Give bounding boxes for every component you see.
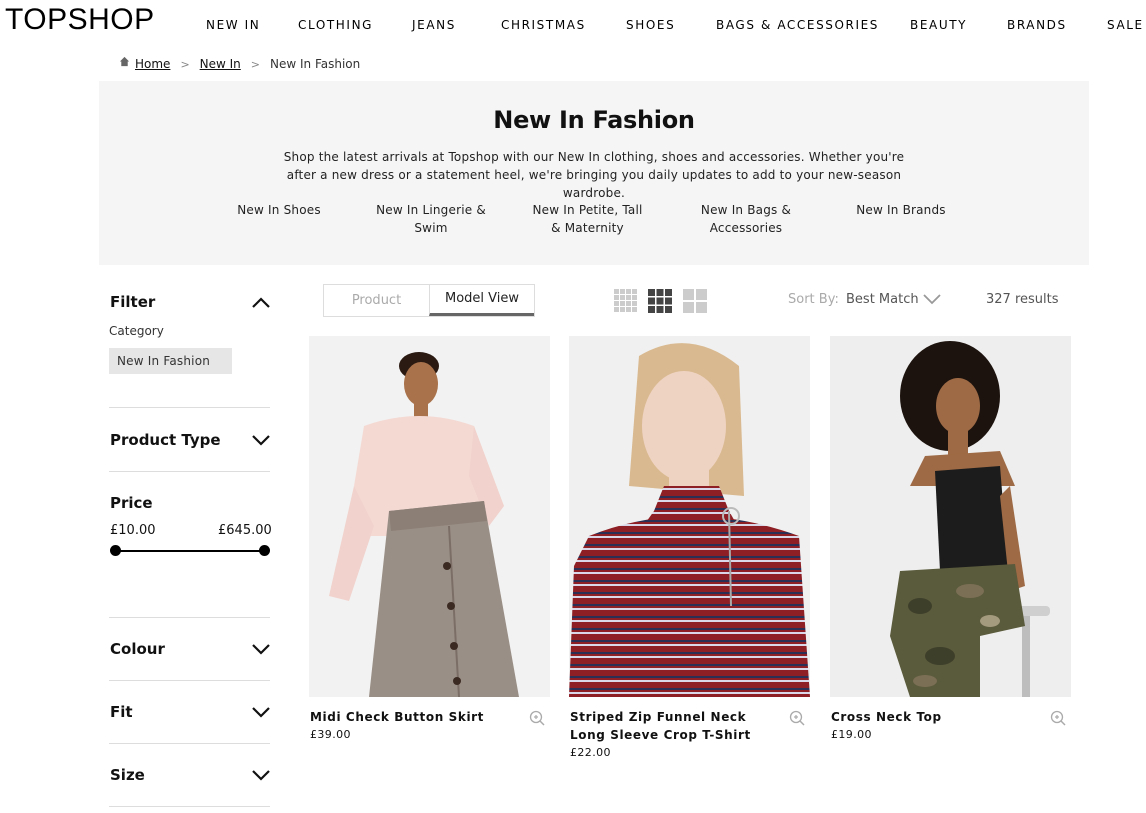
product-view-button[interactable]: Product: [324, 285, 429, 316]
divider: [109, 617, 270, 618]
breadcrumb-new-in-link[interactable]: New In: [200, 57, 241, 71]
page-title: New In Fashion: [493, 106, 695, 134]
nav-beauty[interactable]: BEAUTY: [910, 18, 967, 32]
nav-sale[interactable]: SALE: [1107, 18, 1144, 32]
price-range-min-handle[interactable]: [109, 545, 121, 556]
quick-view-zoom-icon[interactable]: [1050, 710, 1066, 726]
sort-select[interactable]: Best Match: [846, 292, 919, 307]
price-range-max-handle[interactable]: [258, 545, 270, 556]
product-image[interactable]: [830, 336, 1071, 697]
product-name[interactable]: Cross Neck Top: [831, 708, 1031, 726]
chevron-down-icon[interactable]: [251, 643, 271, 655]
grid-4-columns-icon[interactable]: [614, 289, 638, 313]
product-price: £22.00: [570, 746, 611, 759]
link-new-in-lingerie-swim[interactable]: New In Lingerie & Swim: [361, 201, 501, 237]
results-count: 327 results: [986, 292, 1059, 307]
link-new-in-petite-tall-maternity[interactable]: New In Petite, Tall & Maternity: [529, 201, 646, 237]
product-image[interactable]: [309, 336, 550, 697]
nav-brands[interactable]: BRANDS: [1007, 18, 1067, 32]
chevron-down-icon[interactable]: [251, 706, 271, 718]
nav-bags-accessories[interactable]: BAGS & ACCESSORIES: [716, 18, 879, 32]
breadcrumb-home-link[interactable]: Home: [135, 57, 170, 71]
category-label: Category: [109, 324, 164, 338]
chevron-down-icon[interactable]: [251, 769, 271, 781]
breadcrumb-separator: >: [250, 57, 261, 71]
product-image[interactable]: [569, 336, 810, 697]
breadcrumb: Home > New In > New In Fashion: [119, 56, 361, 71]
breadcrumb-current: New In Fashion: [270, 57, 361, 71]
category-description: Shop the latest arrivals at Topshop with…: [283, 150, 905, 200]
model-view-button[interactable]: Model View: [429, 285, 534, 316]
home-icon: [119, 56, 130, 66]
product-price: £39.00: [310, 728, 351, 741]
nav-christmas[interactable]: CHRISTMAS: [501, 18, 586, 32]
divider: [109, 806, 270, 807]
filter-title: Filter: [110, 293, 156, 311]
link-new-in-brands[interactable]: New In Brands: [853, 201, 949, 219]
chevron-down-icon[interactable]: [922, 292, 942, 306]
price-min-value: £10.00: [110, 523, 156, 538]
nav-clothing[interactable]: CLOTHING: [298, 18, 373, 32]
colour-filter[interactable]: Colour: [110, 640, 165, 658]
sort-label: Sort By:: [788, 292, 839, 307]
divider: [109, 407, 270, 408]
product-name[interactable]: Striped Zip Funnel Neck Long Sleeve Crop…: [570, 708, 770, 744]
link-new-in-bags-accessories[interactable]: New In Bags & Accessories: [666, 201, 826, 237]
divider: [109, 743, 270, 744]
category-chip-new-in-fashion[interactable]: New In Fashion: [109, 348, 232, 374]
view-toggle: Product Model View: [323, 284, 535, 317]
category-banner: New In Fashion Shop the latest arrivals …: [99, 81, 1089, 265]
divider: [109, 680, 270, 681]
product-price: £19.00: [831, 728, 872, 741]
grid-3-columns-icon[interactable]: [648, 289, 672, 313]
chevron-down-icon[interactable]: [251, 434, 271, 446]
nav-shoes[interactable]: SHOES: [626, 18, 675, 32]
chevron-up-icon[interactable]: [251, 297, 271, 309]
price-filter-title: Price: [110, 494, 153, 512]
product-type-filter[interactable]: Product Type: [110, 431, 221, 449]
size-filter[interactable]: Size: [110, 766, 145, 784]
price-max-value: £645.00: [218, 523, 272, 538]
breadcrumb-separator: >: [180, 57, 190, 71]
nav-new-in[interactable]: NEW IN: [206, 18, 260, 32]
fit-filter[interactable]: Fit: [110, 703, 133, 721]
quick-view-zoom-icon[interactable]: [529, 710, 545, 726]
grid-2-columns-icon[interactable]: [683, 289, 707, 313]
divider: [109, 471, 270, 472]
quick-view-zoom-icon[interactable]: [789, 710, 805, 726]
product-name[interactable]: Midi Check Button Skirt: [310, 708, 510, 726]
topshop-logo[interactable]: TOPSHOP: [5, 3, 155, 37]
nav-jeans[interactable]: JEANS: [412, 18, 456, 32]
price-range-track[interactable]: [115, 550, 264, 552]
link-new-in-shoes[interactable]: New In Shoes: [229, 201, 329, 219]
